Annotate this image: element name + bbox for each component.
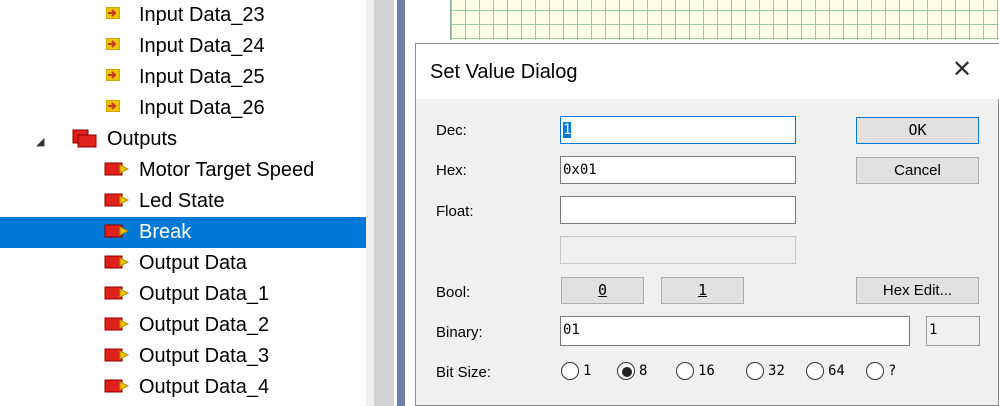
pane-splitter[interactable]	[366, 0, 374, 406]
ok-button[interactable]: OK	[856, 117, 979, 144]
output-variable-icon	[104, 317, 130, 331]
tree-item-output-data-1[interactable]: Output Data_1	[0, 279, 366, 310]
output-variable-icon	[104, 224, 130, 238]
bool-label: Bool:	[436, 284, 471, 301]
close-icon[interactable]: ✕	[952, 58, 972, 82]
output-variable-icon	[104, 286, 130, 300]
tree-item-label: Output Data_1	[139, 283, 270, 305]
radio-circle	[806, 362, 824, 380]
hex-label: Hex:	[436, 162, 467, 179]
tree-item-led-state[interactable]: Led State	[0, 186, 366, 217]
binary-input[interactable]: 01	[560, 316, 910, 346]
tree-item-input-data-26[interactable]: Input Data_26	[0, 93, 366, 124]
bool-0-label: 0	[597, 281, 608, 299]
tree-item-label: Output Data_4	[139, 376, 270, 398]
tree-item-label: Input Data_23	[139, 4, 265, 26]
solution-tree: Input Data_23 Input Data_24 Input Data_2…	[0, 0, 366, 406]
tree-item-label: Output Data_2	[139, 314, 270, 336]
tree-item-label: Outputs	[107, 128, 178, 150]
panel-gutter	[374, 0, 394, 406]
bool-1-button[interactable]: 1	[661, 277, 744, 304]
radio-circle	[866, 362, 884, 380]
tree-item-label: Output Data	[139, 252, 247, 274]
dialog-titlebar[interactable]: Set Value Dialog ✕	[416, 44, 999, 99]
radio-label: 32	[768, 363, 785, 379]
radio-circle-selected	[617, 362, 635, 380]
set-value-dialog: Set Value Dialog ✕ Dec: 1 Hex: 0x01 Floa…	[415, 43, 999, 406]
hex-input[interactable]: 0x01	[560, 156, 796, 184]
tree-item-label: Break	[139, 221, 192, 243]
tree-item-label: Input Data_26	[139, 97, 265, 119]
radio-label: ?	[888, 363, 897, 379]
output-variable-icon	[104, 162, 130, 176]
binary-label: Binary:	[436, 324, 483, 341]
output-variable-icon	[104, 379, 130, 393]
tree-item-label: Led State	[139, 190, 225, 212]
input-variable-icon	[106, 7, 120, 19]
float-label: Float:	[436, 203, 474, 220]
hex-edit-button[interactable]: Hex Edit...	[856, 277, 979, 304]
dec-input[interactable]: 1	[560, 116, 796, 144]
tree-item-label: Motor Target Speed	[139, 159, 315, 181]
radio-circle	[676, 362, 694, 380]
bool-1-label: 1	[697, 281, 708, 299]
radio-circle	[561, 362, 579, 380]
input-variable-icon	[106, 38, 120, 50]
tree-item-output-data-2[interactable]: Output Data_2	[0, 310, 366, 341]
output-variable-icon	[104, 255, 130, 269]
output-variable-icon	[104, 193, 130, 207]
bitsize-label: Bit Size:	[436, 364, 492, 381]
tree-item-label: Input Data_24	[139, 35, 265, 57]
panel-border	[397, 0, 405, 406]
float-input[interactable]	[560, 196, 796, 224]
tree-item-output-data[interactable]: Output Data	[0, 248, 366, 279]
dec-label: Dec:	[436, 122, 467, 139]
radio-label: 64	[828, 363, 845, 379]
radio-label: 8	[639, 363, 648, 379]
bool-0-button[interactable]: 0	[561, 277, 644, 304]
radio-label: 1	[583, 363, 592, 379]
input-variable-icon	[106, 100, 120, 112]
output-variable-icon	[104, 348, 130, 362]
tree-item-output-data-3[interactable]: Output Data_3	[0, 341, 366, 372]
tree-item-output-data-4[interactable]: Output Data_4	[0, 372, 366, 403]
collapse-triangle-icon[interactable]: ◢	[36, 135, 44, 148]
radio-label: 16	[698, 363, 715, 379]
tree-item-motor-target-speed[interactable]: Motor Target Speed	[0, 155, 366, 186]
tree-item-outputs[interactable]: ◢ Outputs	[0, 124, 366, 155]
tree-item-input-data-25[interactable]: Input Data_25	[0, 62, 366, 93]
tree-item-label: Input Data_25	[139, 66, 265, 88]
radio-dot	[622, 367, 632, 377]
dec-value: 1	[563, 122, 572, 138]
radio-circle	[746, 362, 764, 380]
tree-item-input-data-24[interactable]: Input Data_24	[0, 31, 366, 62]
tree-item-break[interactable]: Break	[0, 217, 366, 248]
cancel-button[interactable]: Cancel	[856, 157, 979, 184]
tree-item-label: Output Data_3	[139, 345, 270, 367]
input-variable-icon	[106, 69, 120, 81]
outputs-folder-icon	[72, 129, 97, 148]
scope-grid	[450, 0, 999, 40]
tree-item-input-data-23[interactable]: Input Data_23	[0, 0, 366, 31]
disabled-field	[560, 236, 796, 264]
dialog-title: Set Value Dialog	[430, 61, 578, 83]
binary-count: 1	[926, 316, 980, 346]
